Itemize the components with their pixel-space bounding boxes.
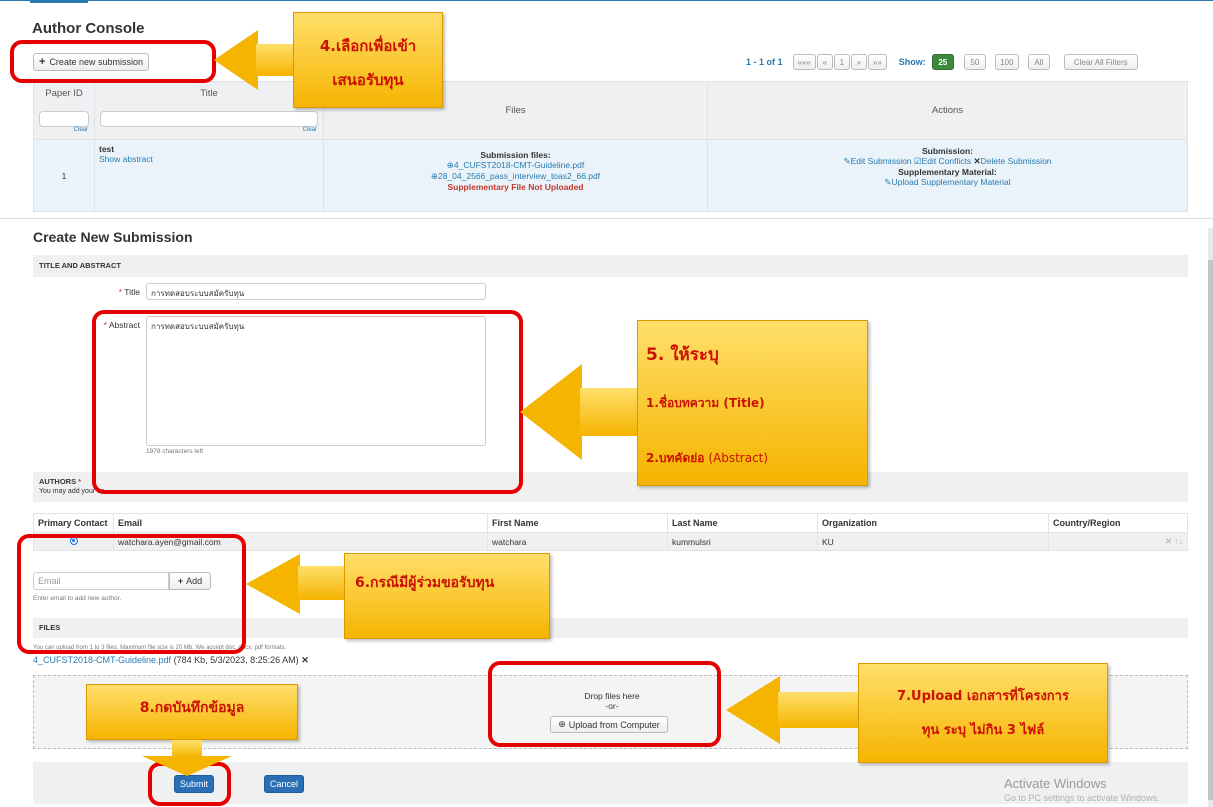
page-size-50-button[interactable]: 50 xyxy=(963,54,986,70)
page-size-25-button[interactable]: 25 xyxy=(931,54,954,70)
title-header-label: Title xyxy=(200,88,218,99)
callout-arrow-stem-6 xyxy=(298,566,348,600)
highlight-authors xyxy=(17,534,246,654)
primary-contact-header: Primary Contact xyxy=(33,513,114,533)
page-size-100-button[interactable]: 100 xyxy=(994,54,1019,70)
submissions-table: Paper ID Clear Title Clear Files Actions… xyxy=(33,81,1188,212)
uploaded-file-meta: (784 Kb, 5/3/2023, 8:25:26 AM) xyxy=(173,655,299,665)
close-icon[interactable]: ✕ xyxy=(301,655,309,665)
edit-submission-link[interactable]: ✎Edit Submission xyxy=(843,156,911,166)
paper-id-header-label: Paper ID xyxy=(45,88,83,99)
highlight-upload xyxy=(488,661,721,747)
author-organization: KU xyxy=(817,532,1049,551)
actions-cell: Submission: ✎Edit Submission ☑Edit Confl… xyxy=(707,139,1188,212)
page-title: Author Console xyxy=(32,20,145,37)
active-tab-indicator xyxy=(30,0,88,3)
callout-arrow-6 xyxy=(246,554,300,614)
organization-header: Organization xyxy=(817,513,1049,533)
submission-files-heading: Submission files: xyxy=(480,150,551,160)
paper-title: test xyxy=(99,144,115,154)
title-clear-link[interactable]: Clear xyxy=(95,127,323,133)
first-name-header: First Name xyxy=(487,513,668,533)
edit-icon: ✎ xyxy=(884,177,892,187)
section-divider xyxy=(0,218,1213,219)
windows-watermark: Activate Windows Go to PC settings to act… xyxy=(1004,776,1160,803)
scrollbar[interactable] xyxy=(1208,228,1213,807)
callout-arrow-7 xyxy=(726,676,780,744)
callout-6: 6.กรณีมีผู้ร่วมขอรับทุน xyxy=(344,553,550,639)
edit-conflicts-link[interactable]: ☑Edit Conflicts xyxy=(914,156,971,166)
show-label: Show: xyxy=(898,57,926,67)
page-prev-button[interactable]: « xyxy=(816,54,833,70)
title-label: * Title xyxy=(118,287,140,297)
supplementary-heading: Supplementary Material: xyxy=(898,167,997,177)
callout-7: 7.Upload เอกสารที่โครงการ ทุน ระบุ ไม่กิน… xyxy=(858,663,1108,763)
file-link-2[interactable]: ⊕28_04_2566_pass_interview_toas2_66.pdf xyxy=(324,171,707,182)
page-size-all-button[interactable]: All xyxy=(1027,54,1050,70)
uploaded-file-row: 4_CUFST2018-CMT-Guideline.pdf (784 Kb, 5… xyxy=(33,655,309,666)
delete-submission-link[interactable]: ✕Delete Submission xyxy=(974,156,1052,166)
file-link-1[interactable]: ⊕4_CUFST2018-CMT-Guideline.pdf xyxy=(324,160,707,171)
author-first-name: watchara xyxy=(487,532,668,551)
email-header: Email xyxy=(113,513,488,533)
title-abstract-section: TITLE AND ABSTRACT xyxy=(33,255,1188,277)
callout-5: 5. ให้ระบุ 1.ชื่อบทความ (Title) 2.บทคัดย… xyxy=(637,320,868,486)
highlight-abstract xyxy=(92,310,523,494)
paper-id-filter[interactable] xyxy=(39,111,89,127)
move-down-icon[interactable]: ↓ xyxy=(1179,536,1183,546)
page-1-button[interactable]: 1 xyxy=(833,54,850,70)
scrollbar-thumb[interactable] xyxy=(1208,260,1213,800)
last-name-header: Last Name xyxy=(667,513,818,533)
download-icon: ⊕ xyxy=(446,160,454,170)
checkbox-icon: ☑ xyxy=(913,156,922,166)
author-last-name: kummulsri xyxy=(667,532,818,551)
page-last-button[interactable]: »» xyxy=(867,54,887,70)
title-header: Title Clear xyxy=(94,81,324,140)
callout-8: 8.กดบันทึกข้อมูล xyxy=(86,684,298,740)
table-row: 1 test Show abstract Submission files: ⊕… xyxy=(33,139,1188,212)
callout-arrow-stem-5 xyxy=(580,388,640,436)
country-header: Country/Region xyxy=(1048,513,1188,533)
edit-icon: ✎ xyxy=(843,156,851,166)
highlight-create-button xyxy=(10,40,216,83)
author-country: ✕ ↑↓ xyxy=(1048,532,1188,551)
pagination: 1 - 1 of 1 ««« « 1 » »» Show: 25 50 100 … xyxy=(746,53,1138,71)
paper-id-cell: 1 xyxy=(33,139,95,212)
result-range: 1 - 1 of 1 xyxy=(746,57,783,67)
callout-4: 4.เลือกเพื่อเข้า เสนอรับทุน xyxy=(293,12,443,108)
callout-arrow-8 xyxy=(142,756,232,776)
uploaded-file-link[interactable]: 4_CUFST2018-CMT-Guideline.pdf xyxy=(33,655,171,665)
page-next-button[interactable]: » xyxy=(850,54,867,70)
paper-id-header: Paper ID Clear xyxy=(33,81,95,140)
clear-all-filters-button[interactable]: Clear All Filters xyxy=(1063,54,1138,70)
title-filter[interactable] xyxy=(100,111,318,127)
cancel-button[interactable]: Cancel xyxy=(264,775,304,793)
show-abstract-link[interactable]: Show abstract xyxy=(99,154,319,164)
remove-author-icon[interactable]: ✕ xyxy=(1165,536,1172,546)
callout-arrow-stem-7 xyxy=(778,692,862,728)
upload-supplementary-link[interactable]: ✎Upload Supplementary Material xyxy=(708,177,1187,188)
page-first-button[interactable]: ««« xyxy=(792,54,816,70)
files-cell: Submission files: ⊕4_CUFST2018-CMT-Guide… xyxy=(323,139,708,212)
top-rule xyxy=(0,0,1213,6)
submission-heading: Submission: xyxy=(921,146,973,156)
download-icon: ⊕ xyxy=(430,171,438,181)
close-icon: ✕ xyxy=(973,156,981,166)
title-input[interactable]: การทดสอบระบบสมัครับทุน xyxy=(146,283,486,300)
title-cell: test Show abstract xyxy=(94,139,324,212)
supplementary-missing-text: Supplementary File Not Uploaded xyxy=(447,182,584,192)
callout-arrow-5 xyxy=(520,364,582,460)
paper-id-clear-link[interactable]: Clear xyxy=(34,127,94,133)
create-submission-heading: Create New Submission xyxy=(33,229,193,245)
actions-header: Actions xyxy=(707,81,1188,140)
callout-arrow-4 xyxy=(214,30,258,90)
